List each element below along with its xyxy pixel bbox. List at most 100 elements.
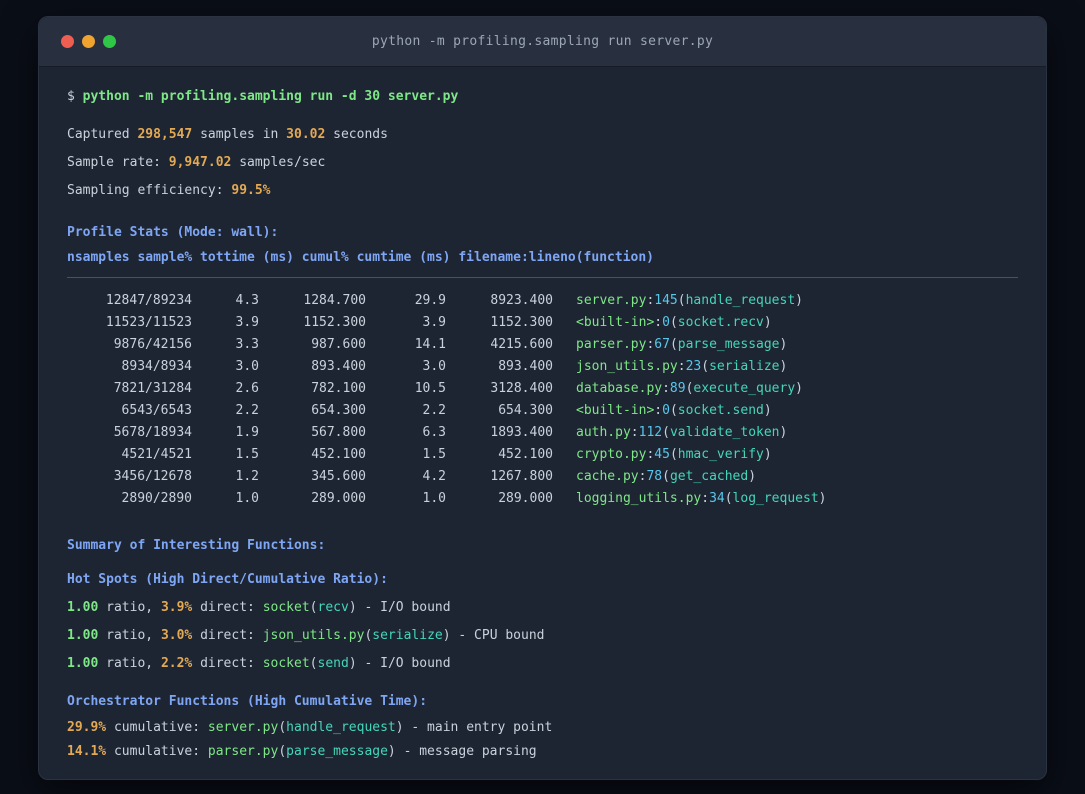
punct: ( [669, 403, 678, 418]
sample-rate-line: Sample rate: 9,947.02 samples/sec [67, 149, 1018, 177]
efficiency-label: Sampling efficiency: [67, 183, 232, 198]
cell-tottime: 654.300 [311, 403, 366, 418]
target-name: server.py [207, 720, 279, 735]
cell-nsamples: 8934/8934 [121, 359, 192, 374]
cell-tottime: 345.600 [311, 469, 366, 484]
function-name: parse_message [677, 337, 780, 352]
cell-cumtime: 8923.400 [490, 293, 553, 308]
line-number: 0 [662, 403, 670, 418]
cell-cumul-pct: 3.9 [422, 315, 446, 330]
close-window-button[interactable] [61, 35, 74, 48]
line-number: 145 [654, 293, 678, 308]
punct: ) [395, 720, 404, 735]
sample-rate-value: 9,947.02 [168, 155, 232, 170]
ratio-label: ratio, [98, 600, 161, 615]
punct: ) [795, 293, 803, 308]
function-name: validate_token [669, 425, 780, 440]
cell-cumul-pct: 10.5 [414, 381, 446, 396]
cell-cumtime: 4215.600 [490, 337, 553, 352]
cell-tottime: 1284.700 [303, 293, 366, 308]
function-name: socket.recv [677, 315, 764, 330]
description: - message parsing [395, 744, 537, 759]
cell-sample-pct: 2.2 [235, 403, 259, 418]
cell-tottime: 1152.300 [303, 315, 366, 330]
function-name: handle_request [286, 720, 396, 735]
punct: ) [763, 315, 772, 330]
cell-sample-pct: 3.9 [235, 315, 259, 330]
cell-nsamples: 4521/4521 [121, 447, 192, 462]
file-name: server.py [576, 293, 647, 308]
cumulative-label: cumulative: [106, 720, 208, 735]
terminal-content[interactable]: $ python -m profiling.sampling run -d 30… [39, 67, 1046, 794]
punct: ) [348, 600, 357, 615]
punct: ( [677, 293, 686, 308]
line-number: 67 [654, 337, 670, 352]
punct: ( [662, 469, 670, 484]
punct: ( [662, 425, 670, 440]
target-name: socket [262, 600, 310, 615]
file-name: database.py [576, 381, 663, 396]
cell-location: <built-in>:0(socket.recv) [553, 312, 1018, 334]
sample-rate-label: Sample rate: [67, 155, 169, 170]
line-number: 89 [669, 381, 686, 396]
table-row: 6543/6543 2.2 654.300 2.2 654.300 <built-in>:… [67, 400, 1018, 422]
hot-spot-line: 1.00 ratio, 3.0% direct: json_utils.py(s… [67, 622, 1018, 650]
cumulative-pct: 29.9% [67, 720, 107, 735]
cell-tottime: 452.100 [311, 447, 366, 462]
table-row: 9876/42156 3.3 987.600 14.1 4215.600 parser.p… [67, 334, 1018, 356]
direct-label: direct: [192, 628, 263, 643]
punct: : [654, 403, 663, 418]
line-number: 45 [654, 447, 670, 462]
punct: ) [348, 656, 357, 671]
table-row: 4521/4521 1.5 452.100 1.5 452.100 crypto.py:4… [67, 444, 1018, 466]
line-number: 23 [685, 359, 702, 374]
window-title: python -m profiling.sampling run server.… [371, 34, 714, 49]
punct: ) [779, 337, 788, 352]
cell-cumul-pct: 4.2 [422, 469, 446, 484]
terminal-window: python -m profiling.sampling run server.… [38, 16, 1047, 780]
cell-cumul-pct: 1.0 [422, 491, 446, 506]
ratio-label: ratio, [98, 628, 161, 643]
cell-nsamples: 11523/11523 [105, 315, 192, 330]
cell-tottime: 987.600 [311, 337, 366, 352]
function-name: handle_request [685, 293, 796, 308]
efficiency-line: Sampling efficiency: 99.5% [67, 177, 1018, 205]
line-number: 112 [638, 425, 663, 440]
cell-nsamples: 5678/18934 [113, 425, 192, 440]
cell-cumtime: 893.400 [498, 359, 553, 374]
punct: ) [779, 425, 788, 440]
target-name: socket [262, 656, 310, 671]
orchestrators-heading: Orchestrator Functions (High Cumulative … [67, 694, 428, 709]
cumulative-label: cumulative: [106, 744, 208, 759]
profile-stats-heading: Profile Stats (Mode: wall): [67, 225, 279, 240]
punct: ( [309, 600, 318, 615]
orchestrator-line: 29.9% cumulative: server.py(handle_reque… [67, 716, 1018, 740]
maximize-window-button[interactable] [103, 35, 116, 48]
hot-spots-heading: Hot Spots (High Direct/Cumulative Ratio)… [67, 572, 388, 587]
orchestrator-line: 14.1% cumulative: parser.py(parse_messag… [67, 740, 1018, 764]
target-name: json_utils.py [262, 628, 365, 643]
punct: ( [278, 720, 287, 735]
punct: ) [763, 447, 772, 462]
function-name: send [317, 656, 349, 671]
cell-sample-pct: 1.5 [235, 447, 259, 462]
minimize-window-button[interactable] [82, 35, 95, 48]
efficiency-value: 99.5% [231, 183, 271, 198]
function-name: hmac_verify [677, 447, 764, 462]
target-name: parser.py [207, 744, 279, 759]
cell-sample-pct: 3.0 [235, 359, 259, 374]
cell-cumul-pct: 2.2 [422, 403, 446, 418]
function-name: get_cached [669, 469, 749, 484]
cell-cumul-pct: 14.1 [414, 337, 446, 352]
file-name: cache.py [576, 469, 639, 484]
cell-sample-pct: 3.3 [235, 337, 259, 352]
cell-location: cache.py:78(get_cached) [553, 466, 1018, 488]
ratio-label: ratio, [98, 656, 161, 671]
direct-label: direct: [192, 600, 263, 615]
line-number: 0 [662, 315, 670, 330]
summary-heading: Summary of Interesting Functions: [67, 538, 326, 553]
cell-cumul-pct: 6.3 [422, 425, 446, 440]
cell-cumtime: 1267.800 [490, 469, 553, 484]
cell-location: parser.py:67(parse_message) [553, 334, 1018, 356]
cell-location: logging_utils.py:34(log_request) [553, 488, 1018, 510]
